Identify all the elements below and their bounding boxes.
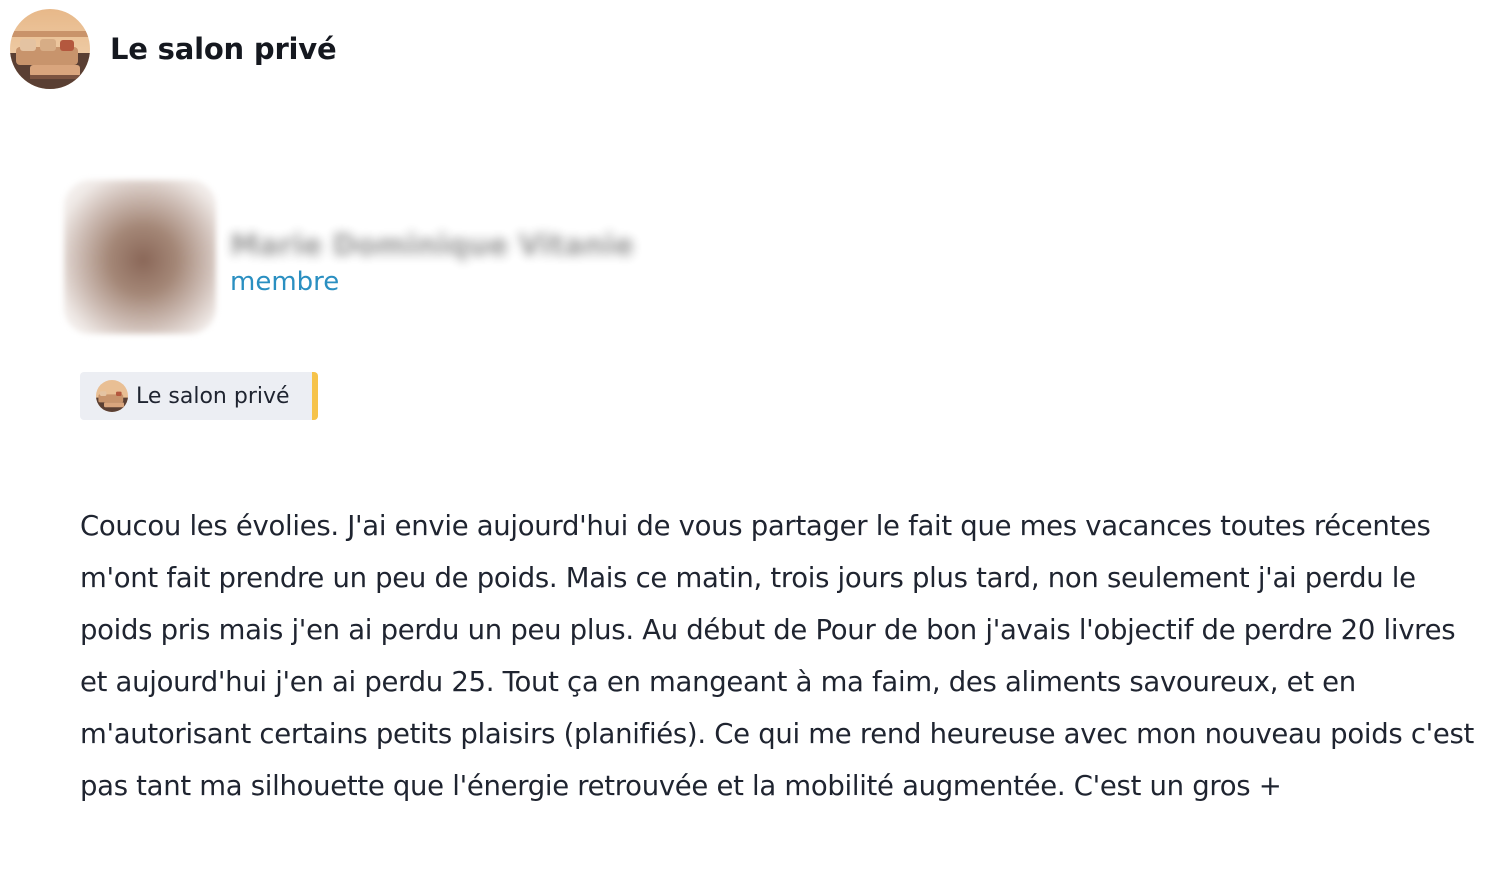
author-meta: Marie Dominique Vitanie membre (226, 225, 634, 297)
author-avatar[interactable] (64, 180, 216, 334)
post-body: Coucou les évolies. J'ai envie aujourd'h… (80, 510, 1475, 802)
lounge-sofa-icon (96, 380, 128, 412)
group-chip-label: Le salon privé (136, 383, 290, 409)
group-header: Le salon privé (10, 8, 337, 90)
lounge-sofa-icon (10, 9, 90, 89)
group-chip[interactable]: Le salon privé (80, 372, 318, 420)
group-chip-avatar (96, 380, 128, 412)
group-avatar[interactable] (10, 9, 90, 89)
group-title[interactable]: Le salon privé (110, 32, 337, 66)
author-role: membre (230, 267, 340, 297)
post-author: Marie Dominique Vitanie membre (64, 180, 634, 334)
author-name[interactable]: Marie Dominique Vitanie (230, 225, 634, 265)
